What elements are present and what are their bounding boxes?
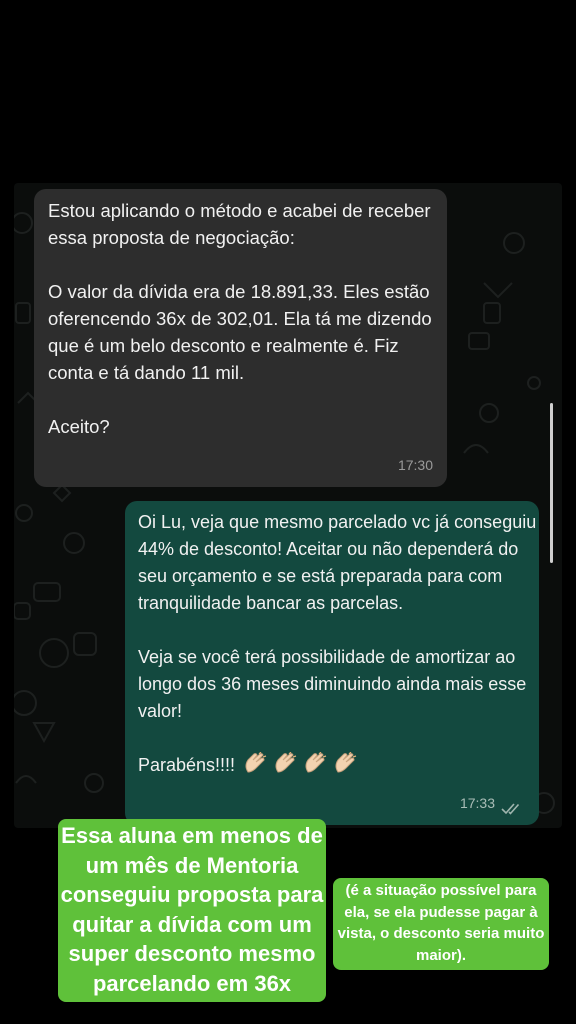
- incoming-message-text: Estou aplicando o método e acabei de rec…: [48, 200, 432, 437]
- outgoing-message[interactable]: Oi Lu, veja que mesmo parcelado vc já co…: [125, 501, 539, 825]
- incoming-message-time: 17:30: [397, 457, 433, 473]
- scrollbar[interactable]: [550, 403, 553, 563]
- outgoing-message-text: Oi Lu, veja que mesmo parcelado vc já co…: [138, 509, 539, 779]
- chat-area[interactable]: Estou aplicando o método e acabei de rec…: [14, 183, 562, 828]
- clapping-hands-icon: [243, 752, 357, 774]
- outgoing-message-time: 17:33: [459, 795, 495, 811]
- story-caption-side: (é a situação possível para ela, se ela …: [333, 878, 549, 970]
- outgoing-message-body: Oi Lu, veja que mesmo parcelado vc já co…: [138, 512, 537, 775]
- double-check-icon: [501, 803, 520, 815]
- story-caption-main: Essa aluna em menos de um mês de Mentori…: [58, 819, 326, 1002]
- incoming-message[interactable]: Estou aplicando o método e acabei de rec…: [34, 189, 447, 487]
